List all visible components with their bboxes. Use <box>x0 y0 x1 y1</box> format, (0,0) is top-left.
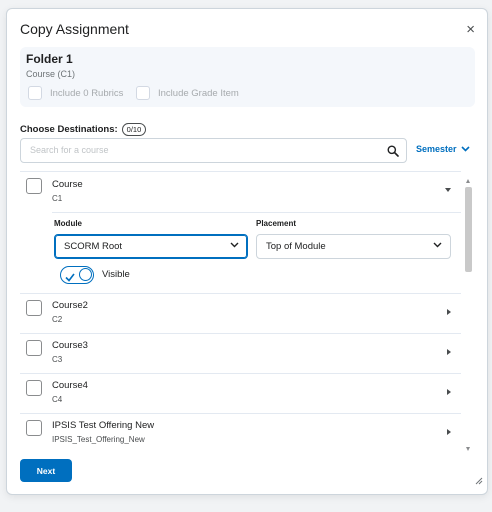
include-rubrics-option: Include 0 Rubrics <box>28 86 123 100</box>
scrollbar-thumb[interactable] <box>465 187 472 272</box>
course-row: Course2 C2 <box>20 293 461 334</box>
folder-course: Course (C1) <box>26 69 76 79</box>
course-list: Course C1 Module SCORM Root Placement To… <box>20 171 461 450</box>
choose-destinations-label: Choose Destinations: <box>20 124 118 135</box>
destinations-count-badge: 0/10 <box>121 123 147 136</box>
folder-info-panel: Folder 1 Course (C1) Include 0 Rubrics I… <box>20 47 475 107</box>
folder-title: Folder 1 <box>26 52 73 66</box>
course-name: Course4 <box>52 380 88 391</box>
scroll-down-arrow-icon[interactable] <box>466 447 470 451</box>
checkmark-icon <box>65 269 75 287</box>
course-checkbox[interactable] <box>26 178 42 194</box>
dialog-title: Copy Assignment <box>20 21 129 37</box>
expand-caret-icon[interactable] <box>447 389 451 395</box>
close-icon[interactable]: × <box>466 21 475 38</box>
expand-caret-icon[interactable] <box>447 309 451 315</box>
semester-filter-label: Semester <box>416 144 457 154</box>
course-code: C2 <box>52 315 63 324</box>
course-row: Course3 C3 <box>20 333 461 374</box>
course-checkbox[interactable] <box>26 420 42 436</box>
course-row: IPSIS Test Offering New IPSIS_Test_Offer… <box>20 413 461 450</box>
course-checkbox[interactable] <box>26 380 42 396</box>
course-code: C1 <box>52 194 63 203</box>
course-name: Course <box>52 179 83 190</box>
course-checkbox[interactable] <box>26 340 42 356</box>
course-search-input[interactable]: Search for a course <box>20 138 407 163</box>
resize-grip-icon[interactable] <box>475 472 483 490</box>
course-row: Course C1 Module SCORM Root Placement To… <box>20 172 461 294</box>
module-label: Module <box>54 219 82 228</box>
list-scrollbar[interactable] <box>464 179 473 451</box>
scroll-up-arrow-icon[interactable] <box>466 179 470 183</box>
collapse-caret-icon[interactable] <box>445 188 451 192</box>
search-placeholder: Search for a course <box>30 145 109 155</box>
chevron-down-icon <box>460 144 470 154</box>
choose-destinations-heading: Choose Destinations: 0/10 <box>20 123 147 136</box>
chevron-down-icon <box>433 240 442 251</box>
include-rubrics-label: Include 0 Rubrics <box>50 87 124 99</box>
expand-caret-icon[interactable] <box>447 429 451 435</box>
expand-caret-icon[interactable] <box>447 349 451 355</box>
course-name: IPSIS Test Offering New <box>52 420 155 431</box>
module-select[interactable]: SCORM Root <box>54 234 248 259</box>
placement-select[interactable]: Top of Module <box>256 234 451 259</box>
visible-label: Visible <box>102 269 130 280</box>
include-grade-item-label: Include Grade Item <box>158 87 239 99</box>
course-code: C4 <box>52 395 63 404</box>
next-button[interactable]: Next <box>20 459 72 482</box>
course-checkbox[interactable] <box>26 300 42 316</box>
course-code: IPSIS_Test_Offering_New <box>52 435 145 444</box>
course-name: Course3 <box>52 340 88 351</box>
divider <box>52 212 461 213</box>
visible-toggle[interactable] <box>60 266 94 284</box>
include-grade-item-checkbox <box>136 86 150 100</box>
copy-assignment-dialog: Copy Assignment × Folder 1 Course (C1) I… <box>6 8 488 495</box>
placement-label: Placement <box>256 219 297 228</box>
search-icon[interactable] <box>387 144 399 162</box>
course-row: Course4 C4 <box>20 373 461 414</box>
course-code: C3 <box>52 355 63 364</box>
include-grade-item-option: Include Grade Item <box>136 86 239 100</box>
chevron-down-icon <box>230 240 239 251</box>
include-rubrics-checkbox <box>28 86 42 100</box>
semester-filter-button[interactable]: Semester <box>416 144 470 154</box>
toggle-knob <box>79 268 92 281</box>
placement-value: Top of Module <box>266 241 326 252</box>
course-name: Course2 <box>52 300 88 311</box>
module-value: SCORM Root <box>64 241 123 252</box>
